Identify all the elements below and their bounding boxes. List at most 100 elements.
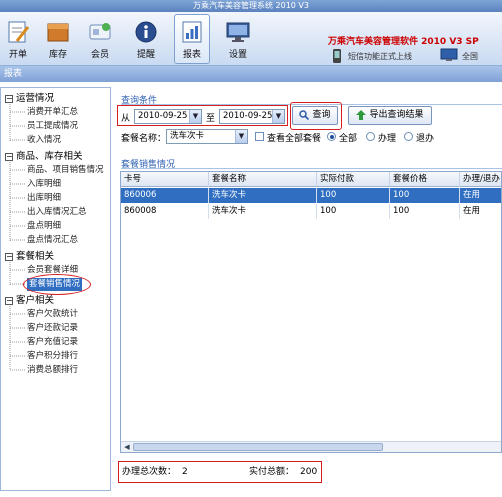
from-label: 从 bbox=[121, 114, 131, 124]
cell-package-price: 100 bbox=[390, 188, 460, 203]
tree-group-label: 商品、库存相关 bbox=[16, 151, 83, 162]
tree-group-operations[interactable]: − 运营情况 bbox=[5, 92, 54, 105]
toolbar-label-settings: 设置 bbox=[228, 50, 247, 60]
tree-item-customer-points[interactable]: 客户积分排行 bbox=[27, 350, 78, 363]
total-count-value: 2 bbox=[182, 467, 188, 477]
tree-item-stock-summary[interactable]: 出入库情况汇总 bbox=[27, 206, 87, 219]
tree-group-customer[interactable]: − 客户相关 bbox=[5, 294, 54, 307]
export-button[interactable]: 导出查询结果 bbox=[348, 106, 432, 125]
scrollbar-thumb[interactable] bbox=[133, 443, 383, 451]
grid-header-card-no[interactable]: 卡号 bbox=[121, 172, 209, 187]
tree-item-customer-repayment[interactable]: 客户还款记录 bbox=[27, 322, 78, 335]
chevron-down-icon[interactable]: ▼ bbox=[235, 130, 247, 143]
radio-refund-label: 退办 bbox=[416, 134, 435, 144]
from-date-value: 2010-09-25 bbox=[138, 111, 188, 121]
tree-item-customer-debt[interactable]: 客户欠款统计 bbox=[27, 308, 78, 321]
brand-slogan: 短信功能正式上线 bbox=[348, 52, 412, 61]
radio-all[interactable] bbox=[327, 132, 336, 141]
cell-status: 在用 bbox=[463, 190, 481, 200]
tree-item-customer-recharge[interactable]: 客户充值记录 bbox=[27, 336, 78, 349]
tree-item-stocktake-detail[interactable]: 盘点明细 bbox=[27, 220, 61, 233]
report-icon bbox=[182, 21, 202, 43]
cell-actual-payment: 100 bbox=[317, 204, 390, 219]
document-pen-icon bbox=[8, 21, 30, 43]
toolbar-button-settings[interactable]: 设置 bbox=[220, 14, 256, 64]
toolbar-button-report[interactable]: 报表 bbox=[174, 14, 210, 64]
tree-group-package[interactable]: − 套餐相关 bbox=[5, 250, 54, 263]
cell-package-name: 洗车次卡 bbox=[209, 204, 317, 219]
tree-item-stocktake-summary[interactable]: 盘点情况汇总 bbox=[27, 234, 78, 247]
tree-item-consumption-summary[interactable]: 消费开单汇总 bbox=[27, 106, 78, 119]
scroll-left-icon[interactable]: ◀ bbox=[122, 442, 132, 452]
toolbar-label-billing: 开单 bbox=[8, 50, 27, 60]
tree-group-goods-inventory[interactable]: − 商品、库存相关 bbox=[5, 150, 83, 163]
phone-icon bbox=[333, 49, 341, 63]
info-icon bbox=[135, 21, 157, 43]
grid-header-status[interactable]: 办理/退办 bbox=[460, 172, 501, 187]
collapse-icon[interactable]: − bbox=[5, 252, 13, 261]
window-title-bar: 万乘汽车美容管理系统 2010 V3 bbox=[0, 0, 502, 12]
package-name-value: 洗车次卡 bbox=[170, 131, 205, 141]
tree-group-label: 客户相关 bbox=[16, 295, 55, 306]
collapse-icon[interactable]: − bbox=[5, 296, 13, 305]
package-sales-grid[interactable]: 卡号 套餐名称 实际付款 套餐价格 办理/退办 860006 洗车次卡 100 … bbox=[120, 171, 502, 453]
cell-status: 在用 bbox=[463, 206, 481, 216]
brand-right-text: 全国 bbox=[462, 52, 478, 61]
to-date-picker[interactable]: 2010-09-25 ▼ bbox=[219, 109, 285, 124]
collapse-icon[interactable]: − bbox=[5, 94, 13, 103]
total-paid-label: 实付总额： bbox=[249, 467, 295, 477]
view-all-packages-label: 查看全部套餐 bbox=[267, 134, 322, 144]
total-paid-value: 200 bbox=[300, 467, 318, 477]
arrow-up-icon bbox=[356, 109, 367, 120]
horizontal-scrollbar[interactable]: ◀ bbox=[121, 441, 501, 452]
radio-refund[interactable] bbox=[404, 132, 413, 141]
from-date-picker[interactable]: 2010-09-25 ▼ bbox=[134, 109, 202, 124]
radio-processing-label: 办理 bbox=[378, 134, 397, 144]
toolbar-button-member[interactable]: 会员 bbox=[82, 14, 118, 64]
grid-header-package-name[interactable]: 套餐名称 bbox=[209, 172, 317, 187]
box-icon bbox=[47, 23, 69, 42]
highlight-ellipse bbox=[23, 274, 91, 295]
cell-card-no: 860008 bbox=[121, 204, 209, 219]
table-row[interactable]: 860006 洗车次卡 100 100 在用 bbox=[121, 188, 501, 203]
tree-item-staff-commission[interactable]: 员工提成情况 bbox=[27, 120, 78, 133]
member-card-icon bbox=[89, 23, 111, 40]
tree-item-income[interactable]: 收入情况 bbox=[27, 134, 61, 147]
toolbar-button-reminder[interactable]: 提醒 bbox=[128, 14, 164, 64]
grid-header-package-price[interactable]: 套餐价格 bbox=[390, 172, 460, 187]
tree-item-stock-in-detail[interactable]: 入库明细 bbox=[27, 178, 61, 191]
computer-icon bbox=[440, 48, 458, 61]
grid-header-actual-payment[interactable]: 实际付款 bbox=[317, 172, 390, 187]
toolbar-label-inventory: 库存 bbox=[48, 50, 67, 60]
to-date-value: 2010-09-25 bbox=[223, 111, 273, 121]
main-toolbar: 开单 库存 会员 提醒 报表 设置 万乘汽车美容管理软件 2010 V3 SP … bbox=[0, 12, 502, 66]
view-all-packages-checkbox[interactable] bbox=[255, 132, 264, 141]
radio-all-label: 全部 bbox=[339, 134, 358, 144]
section-title: 报表 bbox=[4, 69, 23, 79]
search-button-highlight bbox=[290, 102, 342, 130]
section-title-bar: 报表 bbox=[0, 66, 502, 82]
total-count-label: 办理总次数： bbox=[122, 467, 177, 477]
package-name-select[interactable]: 洗车次卡 ▼ bbox=[166, 129, 248, 144]
cell-card-no: 860006 bbox=[121, 188, 209, 203]
chevron-down-icon[interactable]: ▼ bbox=[189, 110, 201, 123]
table-row[interactable]: 860008 洗车次卡 100 100 在用 bbox=[121, 204, 501, 219]
toolbar-label-reminder: 提醒 bbox=[136, 50, 155, 60]
collapse-icon[interactable]: − bbox=[5, 152, 13, 161]
tree-item-goods-sales[interactable]: 商品、项目销售情况 bbox=[27, 164, 104, 177]
export-button-label: 导出查询结果 bbox=[369, 110, 424, 120]
toolbar-button-billing[interactable]: 开单 bbox=[0, 14, 36, 64]
summary-bar: 办理总次数： 2 实付总额： 200 bbox=[118, 461, 322, 483]
tree-group-label: 运营情况 bbox=[16, 93, 55, 104]
report-nav-tree: − 运营情况 消费开单汇总 员工提成情况 收入情况 − 商品、库存相关 商品、项目销… bbox=[0, 87, 111, 491]
toolbar-label-member: 会员 bbox=[90, 50, 109, 60]
radio-processing[interactable] bbox=[366, 132, 375, 141]
tree-item-stock-out-detail[interactable]: 出库明细 bbox=[27, 192, 61, 205]
grid-header-row: 卡号 套餐名称 实际付款 套餐价格 办理/退办 bbox=[121, 172, 501, 187]
window-title: 万乘汽车美容管理系统 2010 V3 bbox=[192, 1, 309, 10]
chevron-down-icon[interactable]: ▼ bbox=[272, 110, 284, 123]
package-name-label: 套餐名称： bbox=[121, 134, 167, 144]
toolbar-button-inventory[interactable]: 库存 bbox=[40, 14, 76, 64]
tree-item-spending-ranking[interactable]: 消费总额排行 bbox=[27, 364, 78, 377]
results-group-divider bbox=[121, 168, 502, 169]
